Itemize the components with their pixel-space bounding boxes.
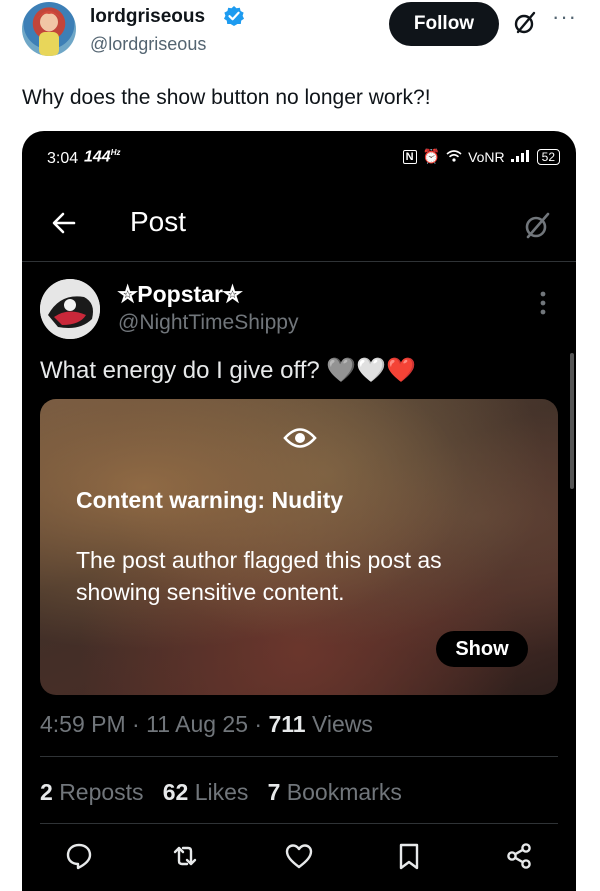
- embedded-screenshot: 3:04 144Hz N ⏰ VoNR 52 Post ✮Popstar✮ @N…: [22, 131, 576, 891]
- scrollbar[interactable]: [570, 353, 574, 489]
- status-time: 3:04: [47, 150, 79, 167]
- post-author-avatar[interactable]: [40, 279, 100, 339]
- post-author-name[interactable]: ✮Popstar✮: [118, 281, 242, 308]
- page-title: Post: [130, 206, 187, 237]
- repost-icon[interactable]: [170, 841, 200, 871]
- grok-icon[interactable]: [512, 10, 538, 36]
- reposts-stat[interactable]: 2 Reposts: [40, 779, 144, 805]
- battery-icon: 52: [536, 148, 560, 165]
- more-options-icon[interactable]: ···: [552, 4, 577, 30]
- nfc-icon: N: [402, 149, 417, 164]
- grok-icon[interactable]: [522, 211, 552, 241]
- likes-stat[interactable]: 62 Likes: [163, 779, 249, 805]
- divider: [22, 261, 576, 262]
- views-label: Views: [311, 711, 373, 737]
- show-button[interactable]: Show: [436, 631, 528, 667]
- divider: [40, 823, 558, 824]
- author-display-name[interactable]: lordgriseous: [90, 6, 205, 28]
- sensitive-media-overlay[interactable]: Content warning: Nudity The post author …: [40, 399, 558, 695]
- content-warning-body: The post author flagged this post as sho…: [76, 547, 442, 605]
- back-arrow-icon[interactable]: [50, 209, 78, 237]
- share-icon[interactable]: [504, 841, 534, 871]
- status-icons: N ⏰ VoNR 52: [402, 148, 560, 165]
- post-more-options-icon[interactable]: [540, 291, 546, 315]
- bookmark-icon[interactable]: [394, 841, 424, 871]
- post-time: 4:59 PM: [40, 711, 126, 737]
- network-label: VoNR: [468, 148, 505, 165]
- verified-badge-icon: [223, 5, 245, 27]
- post-text: What energy do I give off? 🩶🤍❤️: [40, 357, 417, 384]
- status-refresh-rate: 144Hz: [84, 148, 121, 166]
- post-date: 11 Aug 25: [146, 711, 249, 737]
- post-author-handle[interactable]: @NightTimeShippy: [118, 311, 298, 335]
- views-count: 711: [268, 711, 306, 737]
- alarm-icon: ⏰: [422, 148, 441, 164]
- like-icon[interactable]: [284, 841, 314, 871]
- eye-icon: [283, 425, 317, 451]
- post-stats: 2 Reposts 62 Likes 7 Bookmarks: [40, 779, 402, 806]
- author-handle[interactable]: @lordgriseous: [90, 34, 206, 55]
- bookmarks-stat[interactable]: 7 Bookmarks: [268, 779, 402, 805]
- tweet-text: Why does the show button no longer work?…: [22, 86, 431, 109]
- divider: [40, 756, 558, 757]
- post-meta: 4:59 PM · 11 Aug 25 · 711 Views: [40, 711, 373, 737]
- follow-button[interactable]: Follow: [389, 2, 499, 46]
- signal-icon: [510, 149, 531, 165]
- reply-icon[interactable]: [64, 841, 94, 871]
- author-avatar[interactable]: [22, 2, 76, 56]
- wifi-icon: [446, 149, 462, 165]
- content-warning-title: Content warning: Nudity: [76, 487, 344, 513]
